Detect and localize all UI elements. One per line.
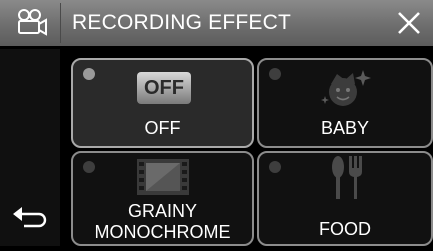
video-camera-icon — [16, 9, 48, 37]
effect-baby-button[interactable]: BABY — [257, 58, 433, 148]
page-title: RECORDING EFFECT — [72, 11, 292, 34]
fork-knife-icon — [327, 155, 367, 201]
effect-label-line1: GRAINY — [127, 201, 197, 221]
title-divider — [60, 3, 61, 43]
effect-label: OFF — [144, 118, 181, 138]
close-icon — [398, 12, 420, 34]
radio-indicator — [269, 68, 281, 80]
radio-indicator — [83, 68, 95, 80]
radio-indicator — [269, 161, 281, 173]
effect-off-button[interactable]: OFF OFF — [71, 58, 254, 148]
close-button[interactable] — [388, 4, 428, 42]
effect-grainy-monochrome-button[interactable]: GRAINY MONOCHROME — [71, 151, 254, 246]
back-button[interactable] — [8, 197, 52, 235]
effect-label-line2: MONOCHROME — [94, 222, 231, 242]
film-strip-icon — [137, 159, 189, 195]
return-arrow-icon — [13, 207, 47, 228]
radio-indicator — [83, 161, 95, 173]
effect-label: FOOD — [319, 219, 371, 239]
off-icon: OFF — [136, 71, 192, 105]
off-icon-text: OFF — [144, 77, 184, 99]
effect-label: BABY — [320, 118, 370, 138]
effect-food-button[interactable]: FOOD — [257, 151, 433, 246]
baby-sparkle-icon — [315, 66, 377, 110]
